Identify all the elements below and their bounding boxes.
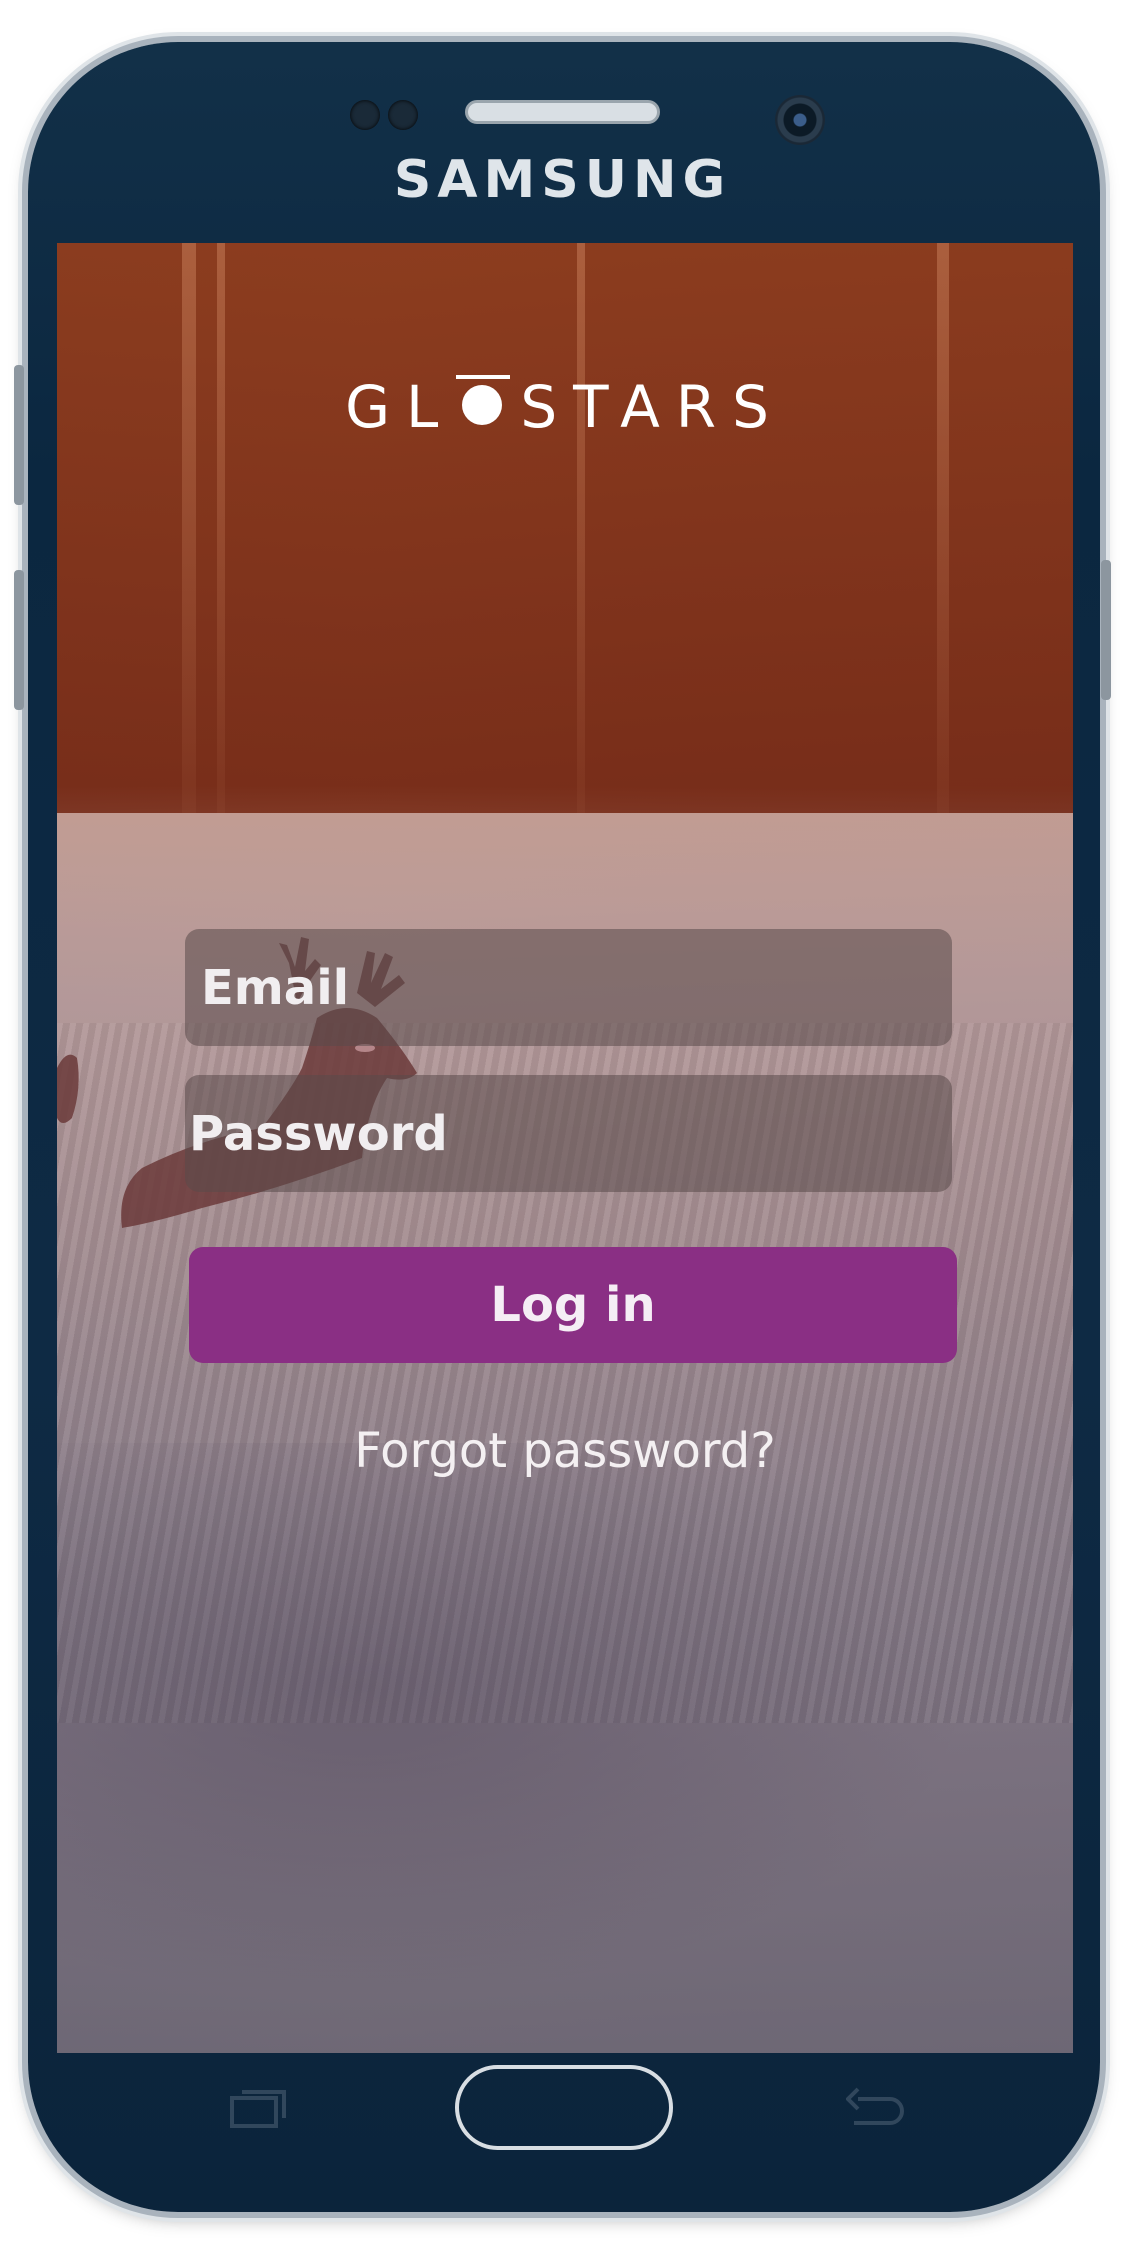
background-tree xyxy=(577,243,585,813)
password-placeholder: Password xyxy=(189,1105,448,1162)
password-field[interactable]: Password xyxy=(185,1075,952,1192)
background-haze xyxy=(57,1443,1073,2053)
app-screen: GL STARS Email Password Log in Forgot pas… xyxy=(57,243,1073,2053)
earpiece-speaker xyxy=(465,100,660,124)
email-placeholder: Email xyxy=(201,959,350,1016)
device-brand: SAMSUNG xyxy=(393,150,732,210)
app-logo: GL STARS xyxy=(57,373,1073,441)
email-field[interactable]: Email xyxy=(185,929,952,1046)
logo-text-right: STARS xyxy=(520,373,785,441)
volume-up-button xyxy=(14,365,24,505)
logo-text-left: GL xyxy=(345,373,455,441)
back-icon[interactable] xyxy=(846,2085,906,2130)
front-camera-icon xyxy=(775,95,825,145)
recent-apps-icon[interactable] xyxy=(228,2088,288,2128)
login-button[interactable]: Log in xyxy=(189,1247,957,1363)
forgot-password-link[interactable]: Forgot password? xyxy=(57,1423,1073,1479)
background-tree xyxy=(182,243,196,813)
background-tree xyxy=(937,243,949,813)
background-tree xyxy=(217,243,225,813)
logo-globe-icon xyxy=(456,375,511,431)
volume-down-button xyxy=(14,570,24,710)
login-button-label: Log in xyxy=(490,1277,656,1333)
power-button xyxy=(1101,560,1111,700)
sensor-dots xyxy=(350,100,440,132)
home-button-icon[interactable] xyxy=(455,2065,673,2150)
